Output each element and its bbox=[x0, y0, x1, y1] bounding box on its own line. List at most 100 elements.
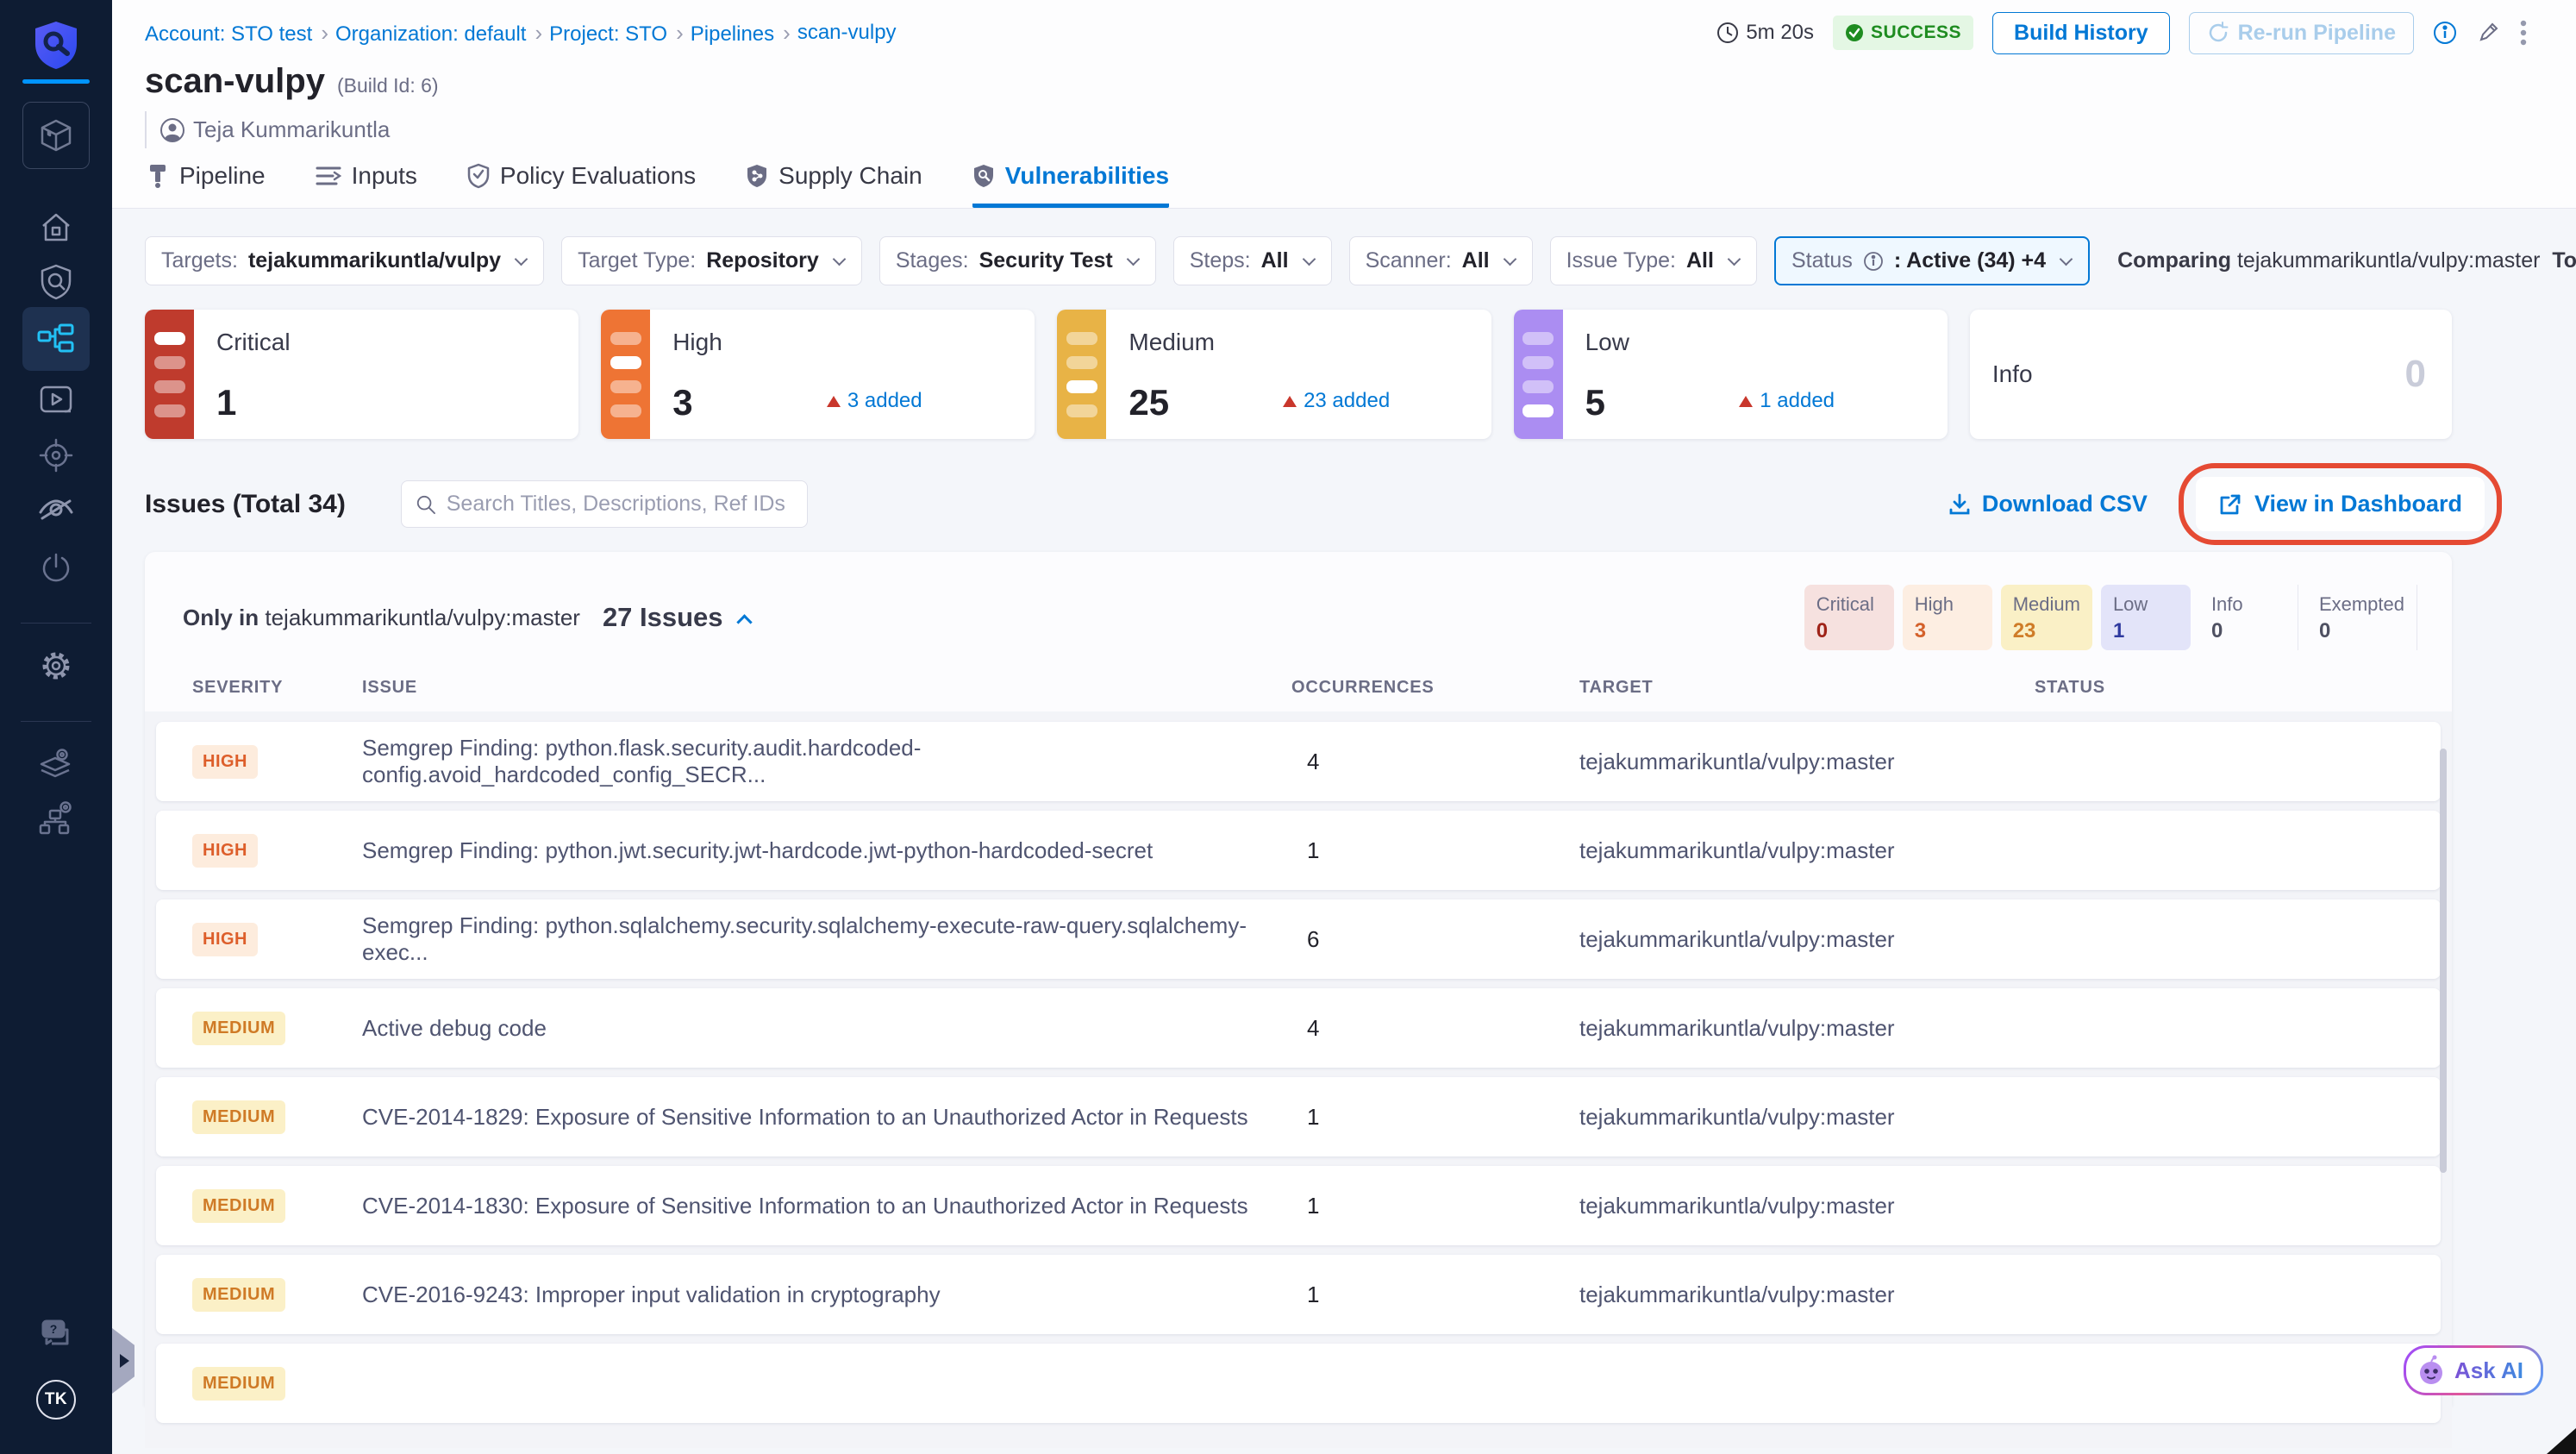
chip-critical[interactable]: Critical 0 bbox=[1804, 585, 1894, 650]
layers-gear-icon bbox=[40, 749, 71, 778]
critical-card[interactable]: Critical 1 bbox=[145, 310, 579, 439]
status-badge: SUCCESS bbox=[1833, 16, 1974, 50]
nav-targets[interactable] bbox=[0, 438, 112, 473]
duration: 5m 20s bbox=[1716, 21, 1814, 45]
occurrences-value: 1 bbox=[1307, 1281, 1320, 1307]
ask-ai-button[interactable]: Ask AI bbox=[2404, 1345, 2543, 1395]
medium-added: 23 added bbox=[1283, 389, 1390, 413]
tab-policy-evaluations[interactable]: Policy Evaluations bbox=[467, 162, 696, 208]
table-row[interactable]: HIGH Semgrep Finding: python.sqlalchemy.… bbox=[156, 899, 2441, 979]
target-crosshair-icon bbox=[39, 438, 73, 473]
breadcrumb-item[interactable]: Project: STO bbox=[549, 20, 684, 47]
filter-scanner[interactable]: Scanner: All bbox=[1348, 236, 1533, 285]
nav-project-settings[interactable] bbox=[0, 649, 112, 683]
build-history-button[interactable]: Build History bbox=[1992, 11, 2170, 54]
medium-card[interactable]: Medium 25 23 added bbox=[1057, 310, 1491, 439]
comparing-text: Comparing tejakummarikuntla/vulpy:master… bbox=[2117, 248, 2576, 273]
filter-steps[interactable]: Steps: All bbox=[1172, 236, 1332, 285]
nav-executions[interactable] bbox=[0, 385, 112, 416]
rerun-pipeline-button[interactable]: Re-run Pipeline bbox=[2188, 11, 2414, 54]
chip-info[interactable]: Info 0 bbox=[2199, 585, 2289, 650]
filter-issue-type[interactable]: Issue Type: All bbox=[1549, 236, 1757, 285]
page-title: scan-vulpy bbox=[145, 62, 325, 100]
info-icon[interactable] bbox=[2433, 21, 2457, 45]
more-options-kebab-icon[interactable] bbox=[2519, 19, 2528, 47]
table-row[interactable]: MEDIUM bbox=[156, 1344, 2441, 1423]
download-csv-button[interactable]: Download CSV bbox=[1948, 491, 2148, 517]
tab-inputs[interactable]: Inputs bbox=[316, 162, 417, 208]
collapse-chevron-up-icon[interactable] bbox=[735, 613, 753, 630]
mouse-cursor bbox=[2547, 1428, 2576, 1454]
app-root: ? TK Account: STO test Organization: defa… bbox=[0, 0, 2576, 1454]
nav-test-targets[interactable] bbox=[0, 264, 112, 300]
up-triangle-icon bbox=[1739, 395, 1754, 407]
breadcrumb-item[interactable]: Pipelines bbox=[691, 20, 791, 47]
nav-get-started[interactable] bbox=[0, 552, 112, 585]
chip-high[interactable]: High 3 bbox=[1902, 585, 1992, 650]
chip-exempted[interactable]: Exempted 0 bbox=[2297, 585, 2417, 650]
tab-supply-chain[interactable]: Supply Chain bbox=[746, 162, 922, 208]
edit-pencil-icon[interactable] bbox=[2476, 21, 2500, 45]
user-avatar[interactable]: TK bbox=[0, 1380, 112, 1420]
severity-badge: HIGH bbox=[192, 833, 258, 868]
nav-home[interactable] bbox=[0, 210, 112, 245]
table-row[interactable]: MEDIUM CVE-2014-1830: Exposure of Sensit… bbox=[156, 1166, 2441, 1245]
low-card[interactable]: Low 5 1 added bbox=[1513, 310, 1948, 439]
breadcrumb-item[interactable]: Organization: default bbox=[335, 20, 542, 47]
issues-search[interactable] bbox=[400, 480, 808, 528]
occurrences-value: 6 bbox=[1307, 925, 1320, 952]
table-row[interactable]: HIGH Semgrep Finding: python.flask.secur… bbox=[156, 722, 2441, 801]
user-name: Teja Kummarikuntla bbox=[193, 116, 391, 142]
target-value: tejakummarikuntla/vulpy:master bbox=[1579, 1192, 1895, 1219]
shield-search-icon bbox=[41, 264, 72, 300]
harness-sto-logo[interactable] bbox=[0, 21, 112, 69]
avatar-initials: TK bbox=[36, 1380, 76, 1420]
occurrences-value: 1 bbox=[1307, 1192, 1320, 1219]
view-in-dashboard-button[interactable]: View in Dashboard bbox=[2195, 477, 2485, 531]
group-count: 27 Issues bbox=[602, 602, 723, 632]
breadcrumb-item[interactable]: Account: STO test bbox=[145, 20, 328, 47]
module-selector[interactable] bbox=[0, 102, 112, 169]
title-row: scan-vulpy (Build Id: 6) bbox=[112, 62, 2576, 101]
table-row[interactable]: MEDIUM CVE-2014-1829: Exposure of Sensit… bbox=[156, 1077, 2441, 1156]
filter-stages[interactable]: Stages: Security Test bbox=[878, 236, 1156, 285]
table-row[interactable]: MEDIUM CVE-2016-9243: Improper input val… bbox=[156, 1255, 2441, 1334]
help-chat[interactable]: ? bbox=[0, 1318, 112, 1352]
col-issue: ISSUE bbox=[362, 678, 418, 697]
search-input[interactable] bbox=[446, 492, 793, 517]
table-row[interactable]: HIGH Semgrep Finding: python.jwt.securit… bbox=[156, 811, 2441, 890]
info-card[interactable]: Info 0 bbox=[1969, 310, 2453, 439]
col-occurrences: OCCURRENCES bbox=[1291, 678, 1435, 697]
up-triangle-icon bbox=[826, 395, 841, 407]
table-scrollbar[interactable] bbox=[2440, 749, 2447, 1173]
target-value: tejakummarikuntla/vulpy:master bbox=[1579, 1103, 1895, 1130]
person-icon bbox=[160, 117, 184, 142]
critical-bars-icon bbox=[145, 310, 194, 439]
org-chart-gear-icon bbox=[39, 801, 72, 835]
issues-title: Issues (Total 34) bbox=[145, 489, 346, 518]
nav-exemptions[interactable] bbox=[0, 495, 112, 524]
chip-medium[interactable]: Medium 23 bbox=[2000, 585, 2092, 650]
issues-table: HIGH Semgrep Finding: python.flask.secur… bbox=[145, 711, 2452, 1448]
severity-badge: MEDIUM bbox=[192, 1100, 286, 1134]
high-card[interactable]: High 3 3 added bbox=[601, 310, 1035, 439]
sidebar-divider bbox=[21, 623, 91, 624]
table-row[interactable]: MEDIUM Active debug code 4 tejakummariku… bbox=[156, 988, 2441, 1068]
nav-account-settings[interactable] bbox=[0, 800, 112, 837]
filter-target-type[interactable]: Target Type: Repository bbox=[561, 236, 862, 285]
filter-status[interactable]: Status : Active (34) +4 bbox=[1773, 236, 2091, 285]
breadcrumb-item[interactable]: scan-vulpy bbox=[797, 21, 897, 45]
nav-pipelines-active[interactable] bbox=[0, 307, 112, 371]
policy-shield-check-icon bbox=[467, 163, 490, 189]
tab-vulnerabilities[interactable]: Vulnerabilities bbox=[972, 162, 1170, 208]
severity-chips: Critical0 High3 Medium23 Low1 Info0 bbox=[1804, 585, 2417, 650]
filter-targets[interactable]: Targets: tejakummarikuntla/vulpy bbox=[145, 236, 545, 285]
nav-org-settings[interactable] bbox=[0, 747, 112, 781]
issue-title: CVE-2016-9243: Improper input validation… bbox=[362, 1281, 941, 1307]
chip-low[interactable]: Low 1 bbox=[2100, 585, 2191, 650]
home-icon bbox=[42, 213, 70, 241]
tab-pipeline[interactable]: Pipeline bbox=[147, 162, 266, 208]
topbar: Account: STO test Organization: default Pr… bbox=[112, 0, 2576, 57]
logo-underline bbox=[22, 79, 90, 84]
expand-arrow-icon bbox=[119, 1354, 129, 1368]
